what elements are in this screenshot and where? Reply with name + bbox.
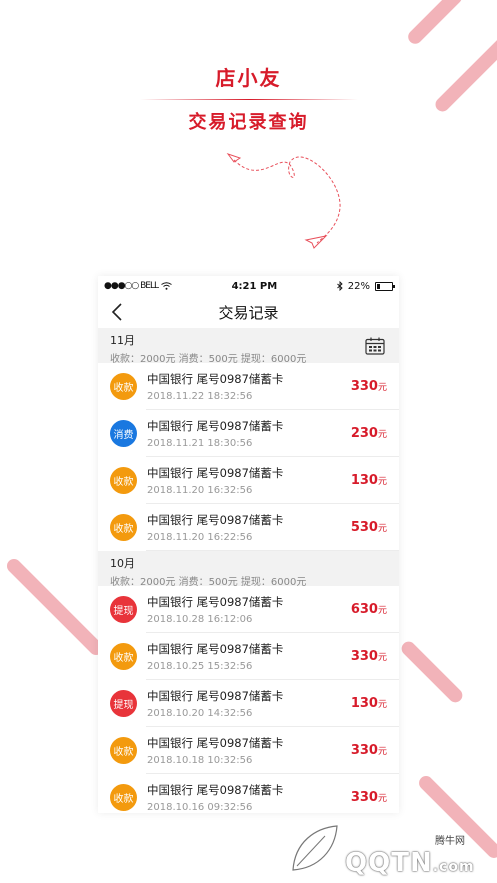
amount-unit: 元	[377, 430, 387, 440]
amount-value: 330	[350, 743, 378, 758]
promo-divider	[140, 99, 358, 100]
decor-stripe	[405, 0, 465, 47]
month-label: 10月	[110, 557, 135, 570]
month-header: 11月 收款：2000元 消费：500元 提现：6000元	[98, 328, 399, 365]
transaction-time: 2018.10.18 10:32:56	[147, 755, 253, 766]
amount-value: 330	[350, 379, 378, 394]
transaction-account: 中国银行 尾号0987储蓄卡	[147, 736, 284, 750]
bluetooth-icon	[336, 281, 343, 291]
amount-value: 130	[350, 696, 378, 711]
transaction-row[interactable]: 提现 中国银行 尾号0987储蓄卡 2018.10.20 14:32:56 13…	[98, 680, 399, 727]
battery-percent: 22%	[347, 280, 370, 292]
transaction-time: 2018.10.16 09:32:56	[147, 802, 253, 813]
transaction-time: 2018.11.21 18:30:56	[147, 438, 253, 449]
carrier-label: ●●●○○ BELL	[104, 281, 159, 291]
transaction-row[interactable]: 消费 中国银行 尾号0987储蓄卡 2018.11.21 18:30:56 23…	[98, 410, 399, 457]
transaction-amount: 630元	[351, 602, 387, 617]
status-bar: ●●●○○ BELL 4:21 PM 22%	[98, 276, 399, 296]
amount-unit: 元	[377, 653, 387, 663]
transaction-time: 2018.11.20 16:22:56	[147, 532, 253, 543]
transaction-time: 2018.11.22 18:32:56	[147, 391, 253, 402]
amount-unit: 元	[377, 747, 387, 757]
transaction-account: 中国银行 尾号0987储蓄卡	[147, 783, 284, 797]
battery-icon	[374, 281, 395, 291]
amount-unit: 元	[377, 383, 387, 393]
transaction-amount: 330元	[351, 743, 387, 758]
amount-unit: 元	[377, 700, 387, 710]
transaction-row[interactable]: 收款 中国银行 尾号0987储蓄卡 2018.10.25 15:32:56 33…	[98, 633, 399, 680]
transaction-row[interactable]: 收款 中国银行 尾号0987储蓄卡 2018.11.20 16:22:56 53…	[98, 504, 399, 551]
decor-stripe	[398, 638, 466, 706]
type-badge: 收款	[110, 784, 137, 811]
type-badge: 收款	[110, 643, 137, 670]
transaction-amount: 230元	[351, 426, 387, 441]
transaction-account: 中国银行 尾号0987储蓄卡	[147, 372, 284, 386]
leaf-logo-icon	[292, 825, 338, 871]
amount-value: 330	[350, 790, 378, 805]
decor-stripe	[4, 556, 106, 658]
type-badge: 消费	[110, 420, 137, 447]
transaction-amount: 330元	[351, 649, 387, 664]
transaction-account: 中国银行 尾号0987储蓄卡	[147, 689, 284, 703]
amount-value: 530	[350, 520, 378, 535]
type-badge: 提现	[110, 596, 137, 623]
type-badge: 收款	[110, 373, 137, 400]
type-badge: 提现	[110, 690, 137, 717]
type-badge: 收款	[110, 467, 137, 494]
promo-subtitle: 交易记录查询	[188, 112, 309, 133]
transaction-account: 中国银行 尾号0987储蓄卡	[147, 419, 284, 433]
nav-title: 交易记录	[218, 303, 279, 322]
amount-unit: 元	[377, 794, 387, 804]
transaction-time: 2018.10.28 16:12:06	[147, 614, 253, 625]
status-time: 4:21 PM	[231, 280, 278, 292]
phone-screen: ●●●○○ BELL 4:21 PM 22% 交易记录 11月 收款：2000元…	[98, 276, 399, 813]
month-header: 10月 收款：2000元 消费：500元 提现：6000元	[98, 551, 399, 588]
transaction-amount: 130元	[351, 696, 387, 711]
amount-value: 330	[350, 649, 378, 664]
transaction-row[interactable]: 收款 中国银行 尾号0987储蓄卡 2018.10.18 10:32:56 33…	[98, 727, 399, 774]
transaction-account: 中国银行 尾号0987储蓄卡	[147, 642, 284, 656]
transaction-amount: 530元	[351, 520, 387, 535]
amount-unit: 元	[377, 606, 387, 616]
transaction-row[interactable]: 收款 中国银行 尾号0987储蓄卡 2018.11.20 16:32:56 13…	[98, 457, 399, 504]
watermark-suffix: .com	[432, 859, 475, 875]
watermark-brand: QQTN.com	[345, 848, 475, 878]
amount-unit: 元	[377, 524, 387, 534]
transaction-account: 中国银行 尾号0987储蓄卡	[147, 595, 284, 609]
type-badge: 收款	[110, 737, 137, 764]
amount-value: 230	[350, 426, 378, 441]
calendar-icon[interactable]	[365, 337, 385, 355]
amount-value: 130	[350, 473, 378, 488]
transaction-account: 中国银行 尾号0987储蓄卡	[147, 513, 284, 527]
transaction-amount: 130元	[351, 473, 387, 488]
back-arrow-icon[interactable]	[108, 302, 128, 322]
amount-unit: 元	[377, 477, 387, 487]
wifi-icon	[161, 282, 172, 290]
type-badge: 收款	[110, 514, 137, 541]
transaction-amount: 330元	[351, 379, 387, 394]
transaction-row[interactable]: 收款 中国银行 尾号0987储蓄卡 2018.11.22 18:32:56 33…	[98, 363, 399, 410]
transaction-row[interactable]: 提现 中国银行 尾号0987储蓄卡 2018.10.28 16:12:06 63…	[98, 586, 399, 633]
watermark-cn: 腾牛网	[435, 836, 465, 847]
paper-plane-illustration	[226, 153, 341, 249]
transaction-time: 2018.11.20 16:32:56	[147, 485, 253, 496]
nav-bar: 交易记录	[98, 296, 399, 328]
watermark-brand-name: QQTN	[345, 848, 433, 878]
site-watermark: 腾牛网 QQTN.com	[285, 820, 485, 880]
transaction-time: 2018.10.25 15:32:56	[147, 661, 253, 672]
month-label: 11月	[110, 334, 135, 347]
transaction-account: 中国银行 尾号0987储蓄卡	[147, 466, 284, 480]
transaction-time: 2018.10.20 14:32:56	[147, 708, 253, 719]
promo-title: 店小友	[215, 66, 282, 90]
amount-value: 630	[350, 602, 378, 617]
transaction-row[interactable]: 收款 中国银行 尾号0987储蓄卡 2018.10.16 09:32:56 33…	[98, 774, 399, 813]
transaction-amount: 330元	[351, 790, 387, 805]
